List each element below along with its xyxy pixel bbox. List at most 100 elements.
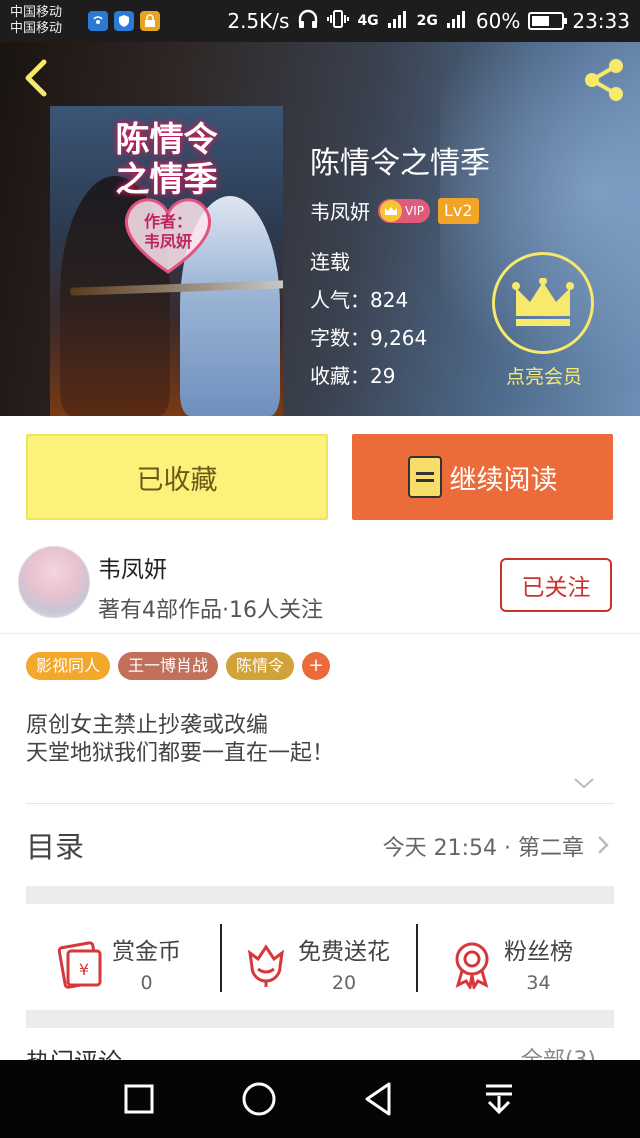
vibrate-icon <box>327 8 350 35</box>
fan-ranking-text: 粉丝榜 34 <box>504 932 573 994</box>
collected-label: 已收藏 <box>136 464 218 496</box>
book-title: 陈情令之情季 <box>310 146 490 181</box>
table-of-contents-row[interactable]: 目录 今天 21:54 · 第二章 <box>0 804 640 880</box>
network-type-1: 4G <box>357 13 379 29</box>
book-header: 陈情令 之情季 作者： 韦凤妍 陈情令之情季 韦凤妍 VIP Lv2 连载 人气… <box>0 42 640 416</box>
description-line2: 天堂地狱我们都要一直在一起！ <box>26 741 335 766</box>
free-flower-text: 免费送花 20 <box>298 932 390 994</box>
chevron-down-icon <box>574 778 594 789</box>
book-detail-body: 已收藏 继续阅读 韦凤妍 著有4部作品·16人关注 已关注 影视同人 王一博肖战… <box>0 416 640 1060</box>
author-card-name[interactable]: 韦凤妍 <box>98 550 167 584</box>
triangle-back-icon <box>365 1082 391 1116</box>
battery-percent: 60% <box>475 9 521 33</box>
popularity: 人气：824 <box>310 288 409 312</box>
stat-label: 赏金币 <box>112 939 181 965</box>
home-button[interactable] <box>236 1076 282 1122</box>
recent-apps-button[interactable] <box>116 1076 162 1122</box>
toc-title: 目录 <box>26 830 85 864</box>
chevron-left-icon <box>25 59 47 97</box>
red-envelope-icon: ¥ <box>57 941 102 989</box>
back-button[interactable] <box>18 56 54 100</box>
headphones-icon <box>297 9 319 34</box>
collected-button[interactable]: 已收藏 <box>26 434 328 520</box>
tag-item[interactable]: 王一博肖战 <box>118 652 219 680</box>
wifi-hotspot-icon <box>88 11 108 31</box>
member-circle <box>492 252 594 354</box>
carrier-2: 中国移动 <box>10 21 63 36</box>
book-icon <box>407 456 442 498</box>
back-nav-button[interactable] <box>356 1076 402 1122</box>
section-gap <box>26 886 614 904</box>
author-name[interactable]: 韦凤妍 <box>310 196 370 225</box>
circle-icon <box>242 1082 276 1116</box>
battery-icon <box>528 12 568 30</box>
member-button[interactable]: 点亮会员 <box>492 252 596 389</box>
flower-icon <box>248 944 284 987</box>
carrier-1: 中国移动 <box>10 5 63 20</box>
author-card-stats: 著有4部作品·16人关注 <box>98 598 323 623</box>
stat-divider <box>416 924 418 992</box>
share-icon <box>585 59 623 101</box>
latest-chapter: 今天 21:54 · 第二章 <box>382 836 584 861</box>
vip-label: VIP <box>405 203 424 218</box>
shield-icon <box>114 11 134 31</box>
hot-comments-title: 热门评论 <box>26 1042 122 1060</box>
lock-icon <box>140 11 160 31</box>
signal-icon-1 <box>387 9 409 34</box>
crown-icon <box>380 199 402 222</box>
chevron-right-icon <box>598 836 609 854</box>
svg-text:¥: ¥ <box>79 960 89 979</box>
stat-label: 粉丝榜 <box>504 939 573 965</box>
serial-status: 连载 <box>310 250 350 274</box>
free-flower-button[interactable]: 免费送花 20 <box>240 916 390 1010</box>
level-badge: Lv2 <box>437 197 479 224</box>
author-row: 韦凤妍 VIP Lv2 <box>310 196 479 225</box>
square-icon <box>124 1084 154 1114</box>
clock: 23:33 <box>572 9 630 33</box>
stat-divider <box>220 924 222 992</box>
reward-coins-text: 赏金币 0 <box>112 932 181 994</box>
share-button[interactable] <box>580 56 628 104</box>
follow-button[interactable]: 已关注 <box>500 558 612 612</box>
stat-value: 34 <box>526 972 551 994</box>
network-speed: 2.5K/s <box>227 9 290 33</box>
fan-ranking-button[interactable]: 粉丝榜 34 <box>446 916 573 1010</box>
vip-badge: VIP <box>378 198 430 223</box>
network-type-2: 2G <box>416 13 438 29</box>
reward-coins-button[interactable]: ¥ 赏金币 0 <box>54 916 181 1010</box>
cover-author: 作者： 韦凤妍 <box>128 212 208 252</box>
stat-value: 20 <box>331 972 357 994</box>
signal-icon-2 <box>446 9 468 34</box>
cover-author-name: 韦凤妍 <box>143 232 192 251</box>
author-card: 韦凤妍 著有4部作品·16人关注 已关注 <box>0 538 640 634</box>
continue-reading-button[interactable]: 继续阅读 <box>352 434 613 520</box>
notification-pull-button[interactable] <box>476 1076 522 1122</box>
all-comments-link[interactable]: 全部(3) <box>521 1042 596 1060</box>
crown-icon <box>512 278 574 326</box>
stat-label: 免费送花 <box>298 939 390 965</box>
system-nav-bar <box>0 1060 640 1138</box>
follow-label: 已关注 <box>521 575 591 601</box>
carrier-info: 中国移动 中国移动 <box>10 5 82 37</box>
description-line1: 原创女主禁止抄袭或改编 <box>26 713 269 738</box>
tag-item[interactable]: 陈情令 <box>226 652 295 680</box>
stats-row: ¥ 赏金币 0 免费送花 20 粉丝榜 34 <box>0 916 640 1010</box>
medal-icon <box>455 942 489 989</box>
book-description: 原创女主禁止抄袭或改编 天堂地狱我们都要一直在一起！ <box>26 712 334 768</box>
cover-author-label: 作者： <box>143 212 192 231</box>
section-gap <box>26 1010 614 1028</box>
book-cover[interactable]: 陈情令 之情季 作者： 韦凤妍 <box>50 106 283 416</box>
member-label: 点亮会员 <box>505 366 582 388</box>
expand-description-button[interactable] <box>572 774 596 792</box>
add-tag-button[interactable]: + <box>302 652 331 680</box>
tag-item[interactable]: 影视同人 <box>26 652 111 680</box>
pull-down-icon <box>486 1084 512 1115</box>
word-count: 字数：9,264 <box>310 326 428 350</box>
tag-list: 影视同人 王一博肖战 陈情令 + <box>26 652 331 680</box>
favorite-count: 收藏：29 <box>310 364 396 388</box>
status-bar: 中国移动 中国移动 2.5K/s 4G 2G 60% 23:33 <box>0 0 640 42</box>
avatar[interactable] <box>18 546 90 618</box>
battery-fill <box>532 16 550 26</box>
continue-reading-label: 继续阅读 <box>449 464 558 496</box>
stat-value: 0 <box>140 972 153 994</box>
